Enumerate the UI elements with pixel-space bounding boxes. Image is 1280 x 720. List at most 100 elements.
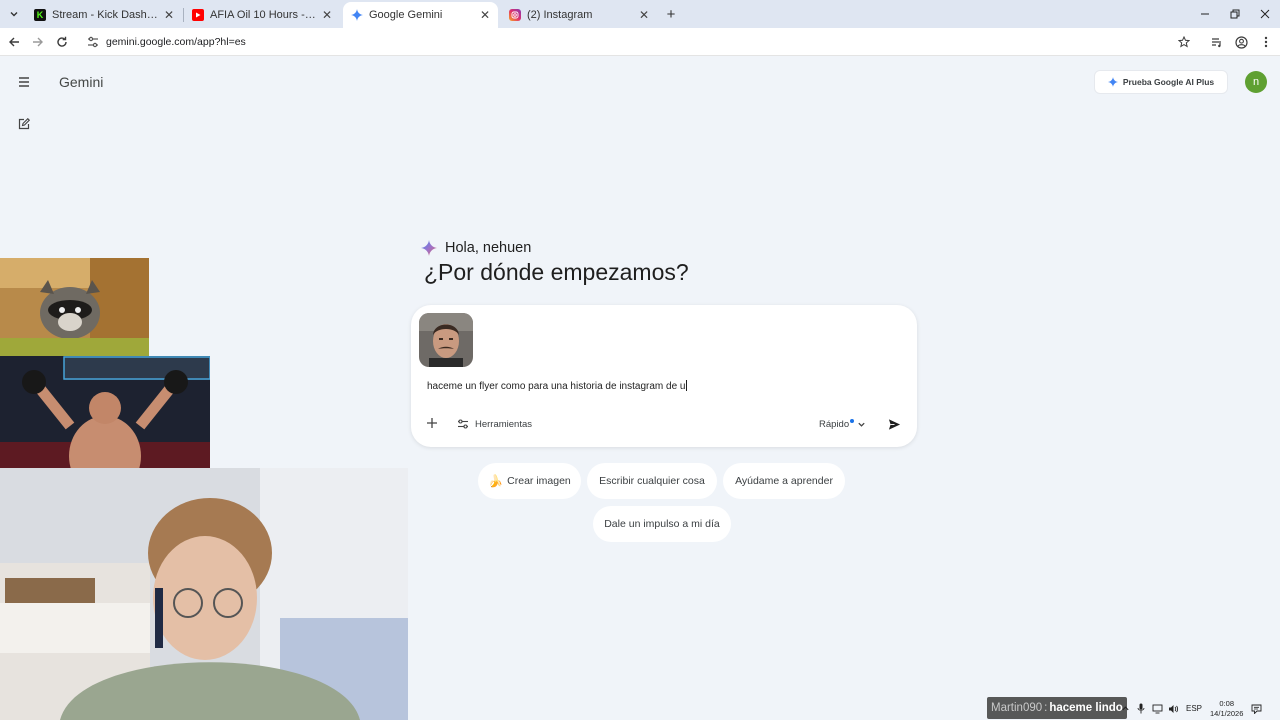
forward-button[interactable]: [28, 32, 48, 52]
boxer-image: [0, 356, 210, 486]
hamburger-icon: [19, 77, 29, 87]
send-icon: [888, 418, 900, 430]
tools-label: Herramientas: [475, 418, 533, 430]
gemini-spark-icon: [421, 240, 437, 256]
arrow-left-icon: [9, 37, 19, 47]
face-photo-icon: [419, 313, 473, 367]
gemini-icon: [351, 9, 363, 21]
chat-separator: :: [1044, 702, 1048, 714]
greeting-hello: Hola, nehuen: [445, 240, 532, 256]
suggestion-write-anything[interactable]: Escribir cualquier cosa: [587, 463, 717, 499]
close-tab-icon[interactable]: ✕: [164, 8, 174, 22]
prompt-composer[interactable]: haceme un flyer como para una historia d…: [411, 305, 917, 447]
back-button[interactable]: [4, 32, 24, 52]
greeting: Hola, nehuen: [421, 240, 531, 256]
chat-username: Martin090: [991, 702, 1043, 714]
more-vert-icon: [1264, 36, 1268, 48]
close-tab-icon[interactable]: ✕: [322, 8, 332, 22]
account-avatar[interactable]: n: [1245, 71, 1267, 93]
banana-icon: 🍌: [488, 474, 504, 488]
close-window-button[interactable]: [1250, 4, 1280, 24]
mode-label: Rápido: [819, 418, 850, 430]
media-controls-button[interactable]: [1207, 32, 1227, 52]
mode-indicator-dot: [850, 419, 855, 423]
tab-gemini[interactable]: Google Gemini ✕: [343, 2, 498, 28]
greeting-question: ¿Por dónde empezamos?: [424, 259, 689, 285]
bookmark-button[interactable]: [1174, 32, 1194, 52]
chip-label: Crear imagen: [507, 475, 571, 487]
profile-button[interactable]: [1231, 32, 1251, 52]
upgrade-button[interactable]: Prueba Google AI Plus: [1094, 70, 1228, 94]
microphone-icon[interactable]: [1134, 702, 1148, 716]
notifications-icon[interactable]: [1249, 702, 1263, 716]
star-icon: [1178, 36, 1190, 48]
url-text: gemini.google.com/app?hl=es: [106, 36, 246, 48]
kick-icon: K: [34, 9, 46, 21]
edit-icon: [18, 118, 30, 130]
chip-label: Escribir cualquier cosa: [599, 475, 705, 487]
input-language[interactable]: ESP: [1186, 704, 1202, 713]
tools-icon: [458, 419, 468, 429]
reload-button[interactable]: [52, 32, 72, 52]
instagram-icon: [509, 9, 521, 21]
close-tab-icon[interactable]: ✕: [480, 8, 490, 22]
browser-menu-button[interactable]: [1256, 32, 1276, 52]
main-menu-button[interactable]: [14, 72, 34, 92]
close-tab-icon[interactable]: ✕: [639, 8, 649, 22]
site-settings-icon[interactable]: [86, 35, 100, 49]
network-icon[interactable]: [1150, 702, 1164, 716]
streamer-webcam-image: [0, 468, 408, 720]
suggestion-help-learn[interactable]: Ayúdame a aprender: [723, 463, 845, 499]
chevron-down-icon: [10, 12, 18, 17]
send-button[interactable]: [883, 413, 905, 435]
text-caret: [686, 380, 688, 391]
new-chat-button[interactable]: [14, 114, 34, 134]
system-tray: ESP 0:08 14/1/2026: [1114, 697, 1280, 720]
clock-date: 14/1/2026: [1210, 708, 1244, 718]
chip-label: Dale un impulso a mi día: [604, 518, 720, 530]
app-title[interactable]: Gemini: [59, 74, 103, 90]
chip-label: Ayúdame a aprender: [735, 475, 833, 487]
minimize-button[interactable]: [1190, 4, 1220, 24]
restore-button[interactable]: [1220, 4, 1250, 24]
plus-icon: [427, 418, 437, 428]
chat-text: haceme lindo: [1049, 702, 1123, 714]
upgrade-label: Prueba Google AI Plus: [1122, 77, 1215, 87]
boxing-video-overlay: [0, 356, 210, 486]
reload-icon: [57, 36, 67, 47]
raccoon-image: [0, 258, 149, 356]
tab-youtube[interactable]: AFIA Oil 10 Hours - YouTube ✕: [184, 2, 340, 28]
playlist-icon: [1212, 38, 1221, 48]
gemini-spark-icon: [1107, 77, 1118, 87]
volume-icon[interactable]: [1166, 702, 1180, 716]
arrow-right-icon: [33, 37, 43, 47]
address-bar[interactable]: gemini.google.com/app?hl=es: [78, 31, 1198, 53]
minimize-icon: [1201, 13, 1209, 15]
prompt-input-text: haceme un flyer como para una historia d…: [427, 381, 686, 392]
tab-title: Google Gemini: [369, 9, 443, 21]
stream-chat-message: Martin090 : haceme lindo: [987, 697, 1127, 719]
youtube-icon: [192, 9, 204, 21]
tab-instagram[interactable]: (2) Instagram ✕: [501, 2, 657, 28]
suggestion-boost-day[interactable]: Dale un impulso a mi día: [593, 506, 731, 542]
suggestion-create-image[interactable]: 🍌 Crear imagen: [478, 463, 581, 499]
tab-strip: K Stream - Kick Dashboard ✕ AFIA Oil 10 …: [0, 0, 1280, 28]
taskbar-clock[interactable]: 0:08 14/1/2026: [1210, 699, 1243, 719]
tab-kick[interactable]: K Stream - Kick Dashboard ✕: [26, 2, 182, 28]
close-icon: [1260, 9, 1270, 19]
raccoon-video-overlay: [0, 258, 149, 356]
model-mode-selector[interactable]: Rápido: [819, 415, 866, 433]
tools-button[interactable]: Herramientas: [457, 415, 532, 433]
clock-time: 0:08: [1219, 698, 1234, 708]
tab-title: Stream - Kick Dashboard: [52, 9, 160, 21]
add-attachment-button[interactable]: [423, 414, 441, 432]
browser-toolbar: gemini.google.com/app?hl=es: [0, 28, 1280, 56]
attached-image-thumbnail[interactable]: [419, 313, 473, 367]
tab-title: AFIA Oil 10 Hours - YouTube: [210, 9, 318, 21]
new-tab-button[interactable]: +: [662, 5, 680, 23]
tab-search-button[interactable]: [4, 4, 24, 24]
tab-title: (2) Instagram: [527, 9, 593, 21]
prompt-input[interactable]: haceme un flyer como para una historia d…: [427, 380, 688, 392]
chevron-up-icon[interactable]: [1118, 702, 1132, 716]
account-icon: [1234, 35, 1248, 49]
